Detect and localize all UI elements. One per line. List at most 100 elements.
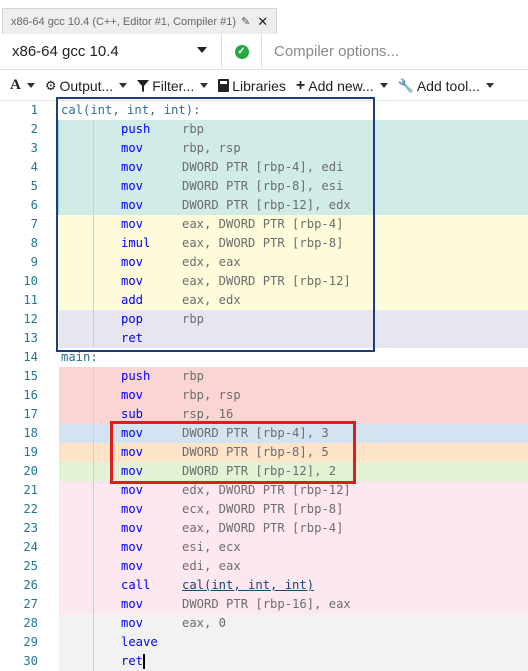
line-number: 22 [23, 502, 38, 516]
asm-mnemonic: pop [121, 312, 144, 326]
asm-line[interactable]: 12 pop rbp [0, 310, 528, 329]
asm-mnemonic: mov [121, 274, 144, 288]
line-code: mov esi, ecx [59, 538, 528, 557]
tab-bar: x86-64 gcc 10.4 (C++, Editor #1, Compile… [0, 0, 528, 34]
chevron-down-icon [197, 47, 207, 53]
asm-line[interactable]: 1 cal(int, int, int): [0, 101, 528, 120]
pencil-icon[interactable]: ✎ [241, 15, 250, 28]
indent-guide [93, 234, 94, 253]
compiler-picker[interactable]: x86-64 gcc 10.4 [0, 34, 222, 69]
asm-mnemonic: mov [121, 521, 144, 535]
asm-mnemonic: mov [121, 540, 144, 554]
line-gutter: 3 [0, 139, 60, 158]
compiler-row: x86-64 gcc 10.4 ✓ [0, 34, 528, 70]
font-icon: A [10, 77, 21, 93]
asm-line[interactable]: 22 mov ecx, DWORD PTR [rbp-8] [0, 500, 528, 519]
line-number: 25 [23, 559, 38, 573]
call-target-link[interactable]: cal(int, int, int) [182, 578, 314, 592]
asm-line[interactable]: 18 mov DWORD PTR [rbp-4], 3 [0, 424, 528, 443]
asm-line[interactable]: 8 imul eax, DWORD PTR [rbp-8] [0, 234, 528, 253]
asm-line[interactable]: 29 leave [0, 633, 528, 652]
line-code: mov eax, 0 [59, 614, 528, 633]
filter-menu-button[interactable]: Filter... [137, 78, 209, 94]
output-menu-label: Output... [59, 77, 114, 94]
add-tool-button[interactable]: 🔧 Add tool... [398, 78, 494, 94]
asm-line[interactable]: 10 mov eax, DWORD PTR [rbp-12] [0, 272, 528, 291]
indent-guide [93, 443, 94, 462]
asm-label: main: [61, 350, 98, 364]
asm-line[interactable]: 17 sub rsp, 16 [0, 405, 528, 424]
asm-mnemonic: mov [121, 445, 144, 459]
line-gutter: 12 [0, 310, 58, 329]
add-new-label: Add new... [308, 77, 374, 94]
add-tool-label: Add tool... [416, 77, 480, 94]
line-code: add eax, edx [59, 291, 528, 310]
font-scale-button[interactable]: A [10, 77, 35, 94]
asm-line[interactable]: 26 call cal(int, int, int) [0, 576, 528, 595]
chevron-down-icon [485, 83, 494, 88]
asm-operands: DWORD PTR [rbp-16], eax [182, 597, 351, 611]
asm-line[interactable]: 7 mov eax, DWORD PTR [rbp-4] [0, 215, 528, 234]
close-icon[interactable]: ✕ [257, 14, 268, 30]
asm-line[interactable]: 3 mov rbp, rsp [0, 139, 528, 158]
libraries-button[interactable]: Libraries [218, 78, 286, 94]
line-number: 10 [23, 274, 38, 288]
asm-operands: edi, eax [182, 559, 241, 573]
asm-line[interactable]: 11 add eax, edx [0, 291, 528, 310]
asm-operands: eax, DWORD PTR [rbp-4] [182, 217, 344, 231]
asm-line[interactable]: 5 mov DWORD PTR [rbp-8], esi [0, 177, 528, 196]
asm-line[interactable]: 30 ret [0, 652, 528, 671]
asm-operands: rsp, 16 [182, 407, 234, 421]
asm-line[interactable]: 15 push rbp [0, 367, 528, 386]
asm-line[interactable]: 19 mov DWORD PTR [rbp-8], 5 [0, 443, 528, 462]
line-gutter: 30 [0, 652, 58, 671]
asm-line[interactable]: 27 mov DWORD PTR [rbp-16], eax [0, 595, 528, 614]
line-number: 23 [23, 521, 38, 535]
assembly-editor[interactable]: 1 cal(int, int, int): 2 push rbp 3 mov rbp, rsp… [0, 97, 528, 671]
asm-line[interactable]: 25 mov edi, eax [0, 557, 528, 576]
asm-line[interactable]: 28 mov eax, 0 [0, 614, 528, 633]
line-gutter: 29 [0, 633, 58, 652]
line-code: mov eax, DWORD PTR [rbp-12] [59, 272, 528, 291]
line-gutter: 17 [0, 405, 58, 424]
add-new-button[interactable]: + Add new... [296, 77, 388, 95]
asm-line[interactable]: 6 mov DWORD PTR [rbp-12], edx [0, 196, 528, 215]
asm-mnemonic: mov [121, 597, 144, 611]
asm-line[interactable]: 16 mov rbp, rsp [0, 386, 528, 405]
libraries-label: Libraries [232, 77, 286, 94]
compiler-tab[interactable]: x86-64 gcc 10.4 (C++, Editor #1, Compile… [2, 8, 278, 34]
asm-line[interactable]: 13 ret [0, 329, 528, 348]
asm-line[interactable]: 2 push rbp [0, 120, 528, 139]
asm-mnemonic: mov [121, 179, 144, 193]
asm-line[interactable]: 21 mov edx, DWORD PTR [rbp-12] [0, 481, 528, 500]
line-gutter: 9 [0, 253, 58, 272]
asm-line[interactable]: 24 mov esi, ecx [0, 538, 528, 557]
asm-operands: eax, DWORD PTR [rbp-12] [182, 274, 351, 288]
line-number: 4 [30, 160, 38, 174]
asm-mnemonic: mov [121, 160, 144, 174]
asm-line[interactable]: 9 mov edx, eax [0, 253, 528, 272]
output-menu-button[interactable]: ⚙ Output... [45, 77, 128, 94]
asm-line[interactable]: 20 mov DWORD PTR [rbp-12], 2 [0, 462, 528, 481]
asm-mnemonic: mov [121, 255, 144, 269]
line-number: 20 [23, 464, 38, 478]
line-code: pop rbp [59, 310, 528, 329]
asm-line[interactable]: 4 mov DWORD PTR [rbp-4], edi [0, 158, 528, 177]
asm-line[interactable]: 23 mov eax, DWORD PTR [rbp-4] [0, 519, 528, 538]
line-code: mov eax, DWORD PTR [rbp-4] [59, 215, 528, 234]
asm-operands: rbp [182, 369, 205, 383]
indent-guide [93, 424, 94, 443]
line-gutter: 4 [0, 158, 60, 177]
indent-guide [93, 158, 94, 177]
asm-mnemonic: sub [121, 407, 144, 421]
compiler-options-input[interactable] [262, 34, 528, 69]
line-gutter: 11 [0, 291, 58, 310]
indent-guide [93, 367, 94, 386]
asm-mnemonic: push [121, 122, 151, 136]
asm-operands: edx, eax [182, 255, 241, 269]
asm-operands: eax, DWORD PTR [rbp-4] [182, 521, 344, 535]
asm-line[interactable]: 14 main: [0, 348, 528, 367]
asm-operands: DWORD PTR [rbp-4], 3 [182, 426, 329, 440]
compile-status-button[interactable]: ✓ [222, 34, 262, 69]
indent-guide [93, 538, 94, 557]
